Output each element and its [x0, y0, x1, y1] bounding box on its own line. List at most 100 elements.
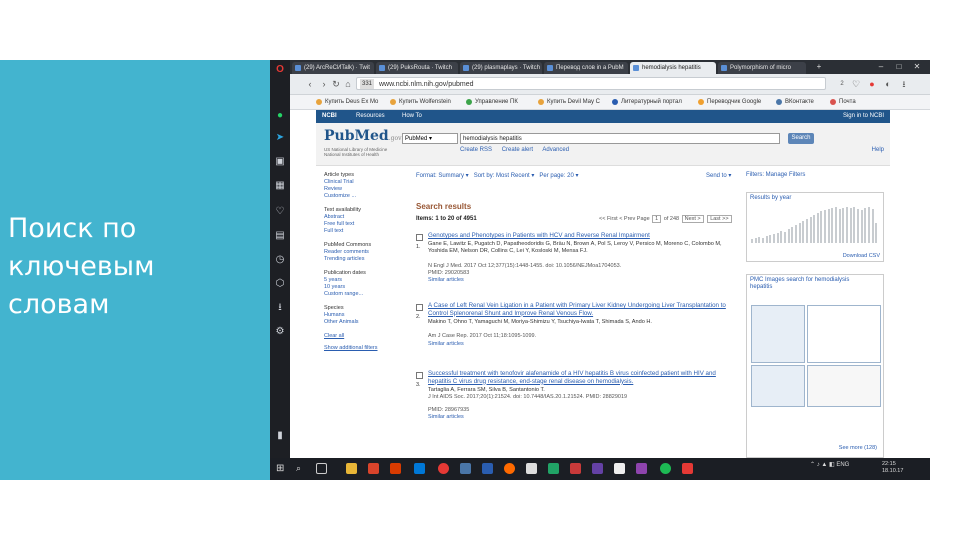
filter-item[interactable]: Customize ... [324, 193, 406, 200]
pmc-image-thumbnail[interactable] [807, 365, 881, 407]
forward-icon[interactable]: › [318, 78, 330, 90]
result-checkbox[interactable] [416, 304, 423, 311]
opera-icon[interactable] [438, 463, 449, 474]
tab[interactable]: Перевод слов in a PubM [544, 62, 628, 74]
apps-icon[interactable]: ▦ [274, 180, 286, 192]
result-checkbox[interactable] [416, 234, 423, 241]
mail-icon[interactable] [614, 463, 625, 474]
create-rss-link[interactable]: Create RSS [460, 147, 492, 153]
download-icon[interactable]: ⭳ [898, 78, 910, 90]
filter-item[interactable]: Clinical Trial [324, 179, 406, 186]
bookmark-item[interactable]: Купить Devil May C [538, 97, 600, 107]
extensions-icon[interactable]: ⬡ [274, 278, 286, 290]
bookmark-item[interactable]: Управление ПК [466, 97, 518, 107]
result-title-link[interactable]: A Case of Left Renal Vein Ligation in a … [428, 302, 733, 317]
maximize-button[interactable]: □ [890, 60, 908, 74]
app-icon[interactable] [660, 463, 671, 474]
next-page-button[interactable]: Next > [681, 215, 704, 223]
pmc-image-thumbnail[interactable] [751, 305, 805, 363]
windows-start-icon[interactable]: ⊞ [276, 463, 284, 474]
sort-select[interactable]: Sort by: Most Recent ▾ [474, 173, 535, 179]
result-title-link[interactable]: Successful treatment with tenofovir alaf… [428, 370, 733, 385]
advanced-link[interactable]: Advanced [542, 147, 569, 153]
sidebar-toggle-icon[interactable]: ▮ [274, 430, 286, 442]
format-select[interactable]: Format: Summary ▾ [416, 173, 469, 179]
whatsapp-icon[interactable]: ● [274, 110, 286, 122]
resources-menu[interactable]: Resources [356, 110, 385, 123]
last-page-button[interactable]: Last >> [707, 215, 732, 223]
pubmed-logo[interactable]: PubMed.gov [324, 128, 401, 144]
language-indicator[interactable]: ENG [836, 462, 849, 468]
filter-item[interactable]: Other Animals [324, 319, 406, 326]
clear-all-link[interactable]: Clear all [324, 333, 406, 340]
download-csv-link[interactable]: Download CSV [843, 253, 880, 259]
show-additional-filters-link[interactable]: Show additional filters [324, 345, 406, 352]
explorer-icon[interactable] [346, 463, 357, 474]
bookmark-item[interactable]: Переводчик Google [698, 97, 761, 107]
close-window-button[interactable]: ✕ [908, 60, 926, 74]
bookmark-item[interactable]: ВКонтакте [776, 97, 814, 107]
result-title-link[interactable]: Genotypes and Phenotypes in Patients wit… [428, 232, 733, 240]
minimize-button[interactable]: – [872, 60, 890, 74]
similar-articles-link[interactable]: Similar articles [428, 341, 464, 347]
first-page-link[interactable]: << First [599, 216, 618, 222]
database-select[interactable]: PubMed ▾ [402, 133, 458, 144]
extension-icon[interactable]: ● [866, 78, 878, 90]
tab[interactable]: (29) plasmaplays · Twitch [460, 62, 542, 74]
telegram-icon[interactable]: ➤ [274, 132, 286, 144]
bookmark-item[interactable]: Почта [830, 97, 856, 107]
search-icon[interactable]: ⌕ [296, 463, 307, 474]
back-icon[interactable]: ‹ [304, 78, 316, 90]
search-button[interactable]: Search [788, 133, 814, 144]
clock[interactable]: 22:15 18.10.17 [882, 461, 903, 475]
vpn-icon[interactable]: ◐ [882, 78, 894, 90]
filter-item[interactable]: Trending articles [324, 256, 406, 263]
year-histogram[interactable] [751, 205, 879, 243]
filter-item[interactable]: 5 years [324, 277, 406, 284]
ncbi-logo[interactable]: NCBI [322, 110, 337, 123]
downloads-icon[interactable]: ⭳ [274, 302, 286, 314]
heart-icon[interactable]: ♡ [274, 206, 286, 218]
tab-active[interactable]: hemodialysis hepatitis [630, 62, 716, 74]
news-icon[interactable]: ▤ [274, 230, 286, 242]
pmc-images-heading[interactable]: PMC Images search for hemodialysis hepat… [750, 277, 870, 291]
home-icon[interactable]: ⌂ [342, 78, 354, 90]
firefox-icon[interactable] [504, 463, 515, 474]
bookmark-item[interactable]: Купить Wolfenstein [390, 97, 451, 107]
filter-item[interactable]: Abstract [324, 214, 406, 221]
settings-icon[interactable]: ⚙ [274, 326, 286, 338]
filter-item[interactable]: Reader comments [324, 249, 406, 256]
filter-item[interactable]: 10 years [324, 284, 406, 291]
result-checkbox[interactable] [416, 372, 423, 379]
prev-page-link[interactable]: < Prev [619, 216, 635, 222]
url-input[interactable]: 331 www.ncbi.nlm.nih.gov/pubmed [356, 77, 826, 90]
tray-icons[interactable]: ⌃ ♪ ▲ ◧ [810, 462, 836, 468]
new-tab-button[interactable]: + [810, 60, 828, 74]
app-icon[interactable] [570, 463, 581, 474]
pmc-image-thumbnail[interactable] [807, 305, 881, 363]
app-icon[interactable] [460, 463, 471, 474]
app-icon[interactable] [636, 463, 647, 474]
word-icon[interactable] [482, 463, 493, 474]
filter-item[interactable]: Humans [324, 312, 406, 319]
see-more-link[interactable]: See more (128) [839, 445, 877, 451]
filter-item[interactable]: Full text [324, 228, 406, 235]
tab[interactable]: (29) PuksRouta · Twitch [376, 62, 458, 74]
office-icon[interactable] [390, 463, 401, 474]
app-icon[interactable] [682, 463, 693, 474]
twitch-icon[interactable] [592, 463, 603, 474]
help-link[interactable]: Help [872, 147, 884, 153]
howto-menu[interactable]: How To [402, 110, 422, 123]
similar-articles-link[interactable]: Similar articles [428, 277, 464, 283]
bookmark-item[interactable]: Литературный портал [612, 97, 682, 107]
camera-icon[interactable]: ▣ [274, 156, 286, 168]
send-to-button[interactable]: Send to ▾ [706, 172, 731, 179]
opera-logo-icon[interactable]: O [274, 64, 286, 76]
similar-articles-link[interactable]: Similar articles [428, 414, 464, 420]
filter-item[interactable]: Free full text [324, 221, 406, 228]
reload-icon[interactable]: ↻ [330, 78, 342, 90]
app-icon[interactable] [368, 463, 379, 474]
history-icon[interactable]: ◷ [274, 254, 286, 266]
create-alert-link[interactable]: Create alert [502, 147, 533, 153]
tab[interactable]: (29) ArcReСИTalk) · Twit [292, 62, 374, 74]
